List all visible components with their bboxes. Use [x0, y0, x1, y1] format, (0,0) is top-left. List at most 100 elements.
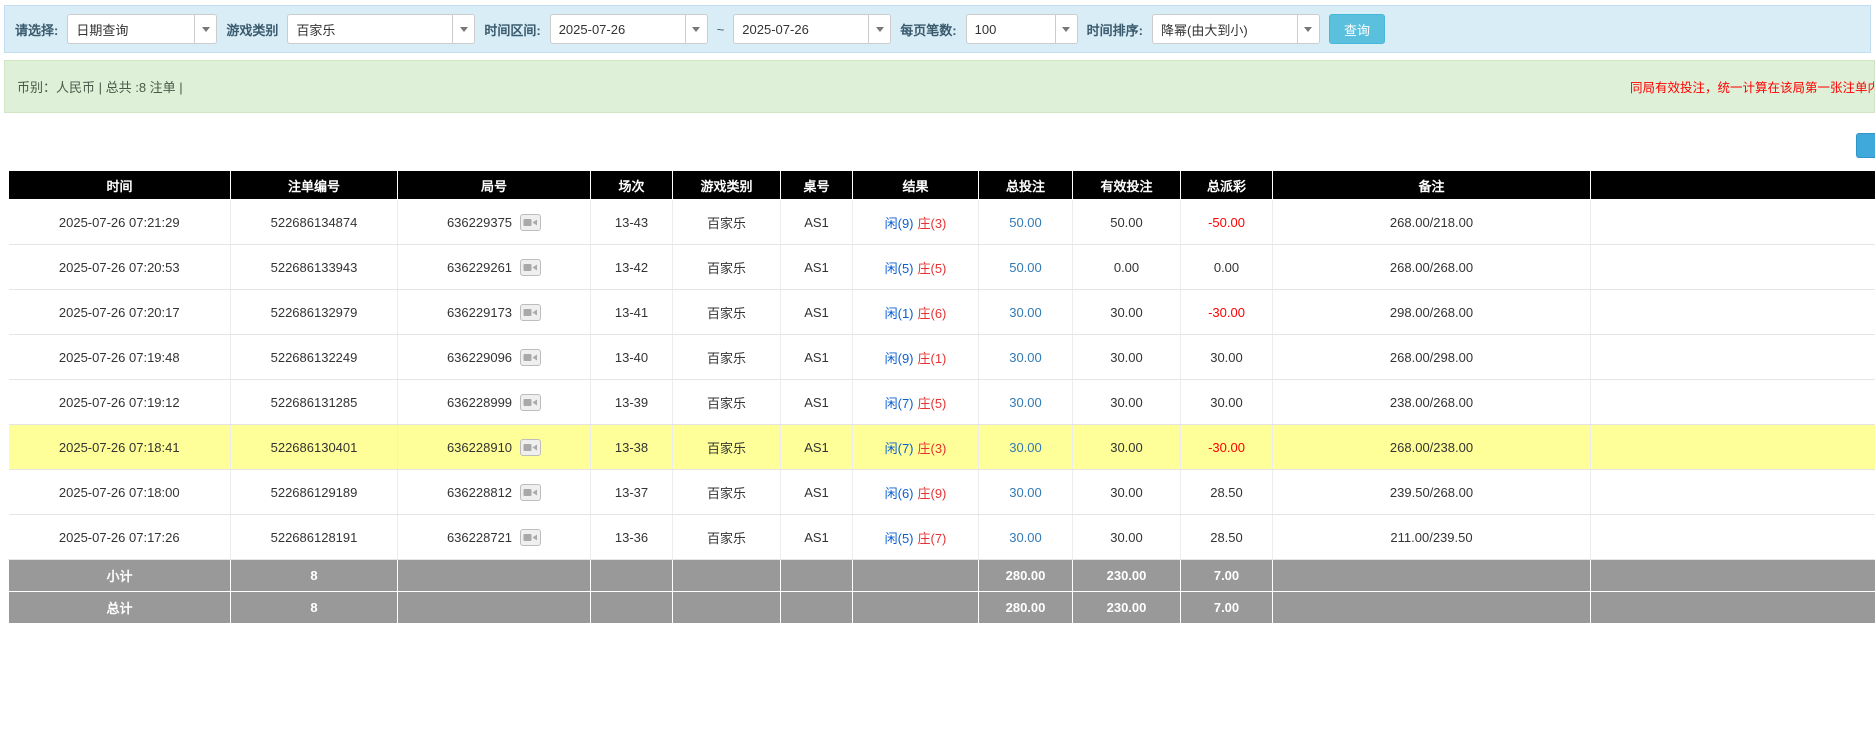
time-range-label: 时间区间:	[484, 20, 540, 39]
summary-empty	[1273, 592, 1591, 624]
round-number: 636228721	[447, 530, 512, 545]
summary-empty	[673, 592, 781, 624]
date-to-input[interactable]	[734, 15, 868, 43]
page-size-input[interactable]	[967, 15, 1055, 43]
date-to-picker[interactable]	[733, 14, 891, 44]
cell-session: 13-37	[591, 470, 673, 515]
cell-remark: 268.00/238.00	[1273, 425, 1591, 470]
replay-icon[interactable]	[520, 214, 541, 231]
summary-empty	[591, 592, 673, 624]
chevron-down-icon[interactable]	[1055, 15, 1077, 43]
game-category-select[interactable]: 百家乐	[287, 14, 475, 44]
summary-total-bet: 280.00	[979, 592, 1073, 624]
chevron-down-icon[interactable]	[685, 15, 707, 43]
summary-valid-bet: 230.00	[1073, 592, 1181, 624]
column-header-filler	[1591, 171, 1875, 200]
partial-button-right[interactable]	[1856, 133, 1875, 158]
cell-total-bet[interactable]: 30.00	[979, 470, 1073, 515]
select-label: 请选择:	[15, 20, 58, 39]
column-header: 局号	[398, 171, 591, 200]
summary-label: 小计	[9, 560, 231, 592]
cell-session: 13-36	[591, 515, 673, 560]
result-player[interactable]: 闲(6)	[885, 486, 914, 501]
replay-icon[interactable]	[520, 394, 541, 411]
page-size-select[interactable]	[966, 14, 1078, 44]
result-banker[interactable]: 庄(5)	[918, 261, 947, 276]
result-player[interactable]: 闲(5)	[885, 261, 914, 276]
cell-session: 13-38	[591, 425, 673, 470]
cell-remark: 239.50/268.00	[1273, 470, 1591, 515]
cell-round-no: 636228999	[398, 380, 591, 425]
cell-table: AS1	[781, 515, 853, 560]
cell-time: 2025-07-26 07:18:00	[9, 470, 231, 515]
cell-total-bet[interactable]: 50.00	[979, 200, 1073, 245]
cell-total-bet[interactable]: 30.00	[979, 335, 1073, 380]
result-banker[interactable]: 庄(5)	[918, 396, 947, 411]
cell-payout: 30.00	[1181, 380, 1273, 425]
result-player[interactable]: 闲(1)	[885, 306, 914, 321]
cell-remark: 298.00/268.00	[1273, 290, 1591, 335]
cell-bet-no: 522686133943	[231, 245, 398, 290]
chevron-down-icon[interactable]	[868, 15, 890, 43]
replay-icon[interactable]	[520, 484, 541, 501]
sort-value: 降幂(由大到小)	[1153, 15, 1297, 43]
result-banker[interactable]: 庄(7)	[918, 531, 947, 546]
summary-row: 小计8280.00230.007.00	[9, 560, 1875, 592]
chevron-down-icon[interactable]	[1297, 15, 1319, 43]
cell-time: 2025-07-26 07:20:17	[9, 290, 231, 335]
round-cell: 636229173	[447, 304, 541, 321]
table-row: 2025-07-26 07:17:26522686128191636228721…	[9, 515, 1875, 560]
cell-valid-bet: 30.00	[1073, 470, 1181, 515]
table-row: 2025-07-26 07:19:12522686131285636228999…	[9, 380, 1875, 425]
replay-icon[interactable]	[520, 259, 541, 276]
round-number: 636229375	[447, 215, 512, 230]
replay-icon[interactable]	[520, 304, 541, 321]
cell-total-bet[interactable]: 30.00	[979, 515, 1073, 560]
cell-bet-no: 522686132249	[231, 335, 398, 380]
chevron-down-icon[interactable]	[194, 15, 216, 43]
range-separator: ~	[717, 22, 725, 37]
cell-game: 百家乐	[673, 380, 781, 425]
column-header: 备注	[1273, 171, 1591, 200]
column-header: 游戏类别	[673, 171, 781, 200]
cell-total-bet[interactable]: 30.00	[979, 290, 1073, 335]
cell-table: AS1	[781, 200, 853, 245]
cell-total-bet[interactable]: 50.00	[979, 245, 1073, 290]
cell-game: 百家乐	[673, 515, 781, 560]
result-banker[interactable]: 庄(1)	[918, 351, 947, 366]
summary-empty	[398, 592, 591, 624]
cell-total-bet[interactable]: 30.00	[979, 380, 1073, 425]
cell-total-bet[interactable]: 30.00	[979, 425, 1073, 470]
cell-round-no: 636229173	[398, 290, 591, 335]
replay-icon[interactable]	[520, 529, 541, 546]
search-button[interactable]: 查询	[1329, 14, 1385, 44]
cell-payout: -30.00	[1181, 425, 1273, 470]
cell-remark: 268.00/218.00	[1273, 200, 1591, 245]
summary-empty	[1591, 592, 1875, 624]
query-type-select[interactable]: 日期查询	[67, 14, 217, 44]
cell-filler	[1591, 200, 1875, 245]
result-banker[interactable]: 庄(9)	[918, 486, 947, 501]
cell-game: 百家乐	[673, 335, 781, 380]
result-banker[interactable]: 庄(6)	[918, 306, 947, 321]
result-player[interactable]: 闲(7)	[885, 441, 914, 456]
summary-empty	[1273, 560, 1591, 592]
column-header: 总派彩	[1181, 171, 1273, 200]
date-from-picker[interactable]	[550, 14, 708, 44]
replay-icon[interactable]	[520, 439, 541, 456]
chevron-down-icon[interactable]	[452, 15, 474, 43]
result-player[interactable]: 闲(5)	[885, 531, 914, 546]
summary-label: 总计	[9, 592, 231, 624]
cell-valid-bet: 0.00	[1073, 245, 1181, 290]
cell-valid-bet: 30.00	[1073, 515, 1181, 560]
result-banker[interactable]: 庄(3)	[918, 441, 947, 456]
date-from-input[interactable]	[551, 15, 685, 43]
records-table-wrap: 时间注单编号局号场次游戏类别桌号结果总投注有效投注总派彩备注 2025-07-2…	[8, 170, 1875, 624]
replay-icon[interactable]	[520, 349, 541, 366]
result-player[interactable]: 闲(7)	[885, 396, 914, 411]
result-banker[interactable]: 庄(3)	[918, 216, 947, 231]
result-player[interactable]: 闲(9)	[885, 351, 914, 366]
sort-select[interactable]: 降幂(由大到小)	[1152, 14, 1320, 44]
result-player[interactable]: 闲(9)	[885, 216, 914, 231]
cell-result: 闲(6) 庄(9)	[853, 470, 979, 515]
